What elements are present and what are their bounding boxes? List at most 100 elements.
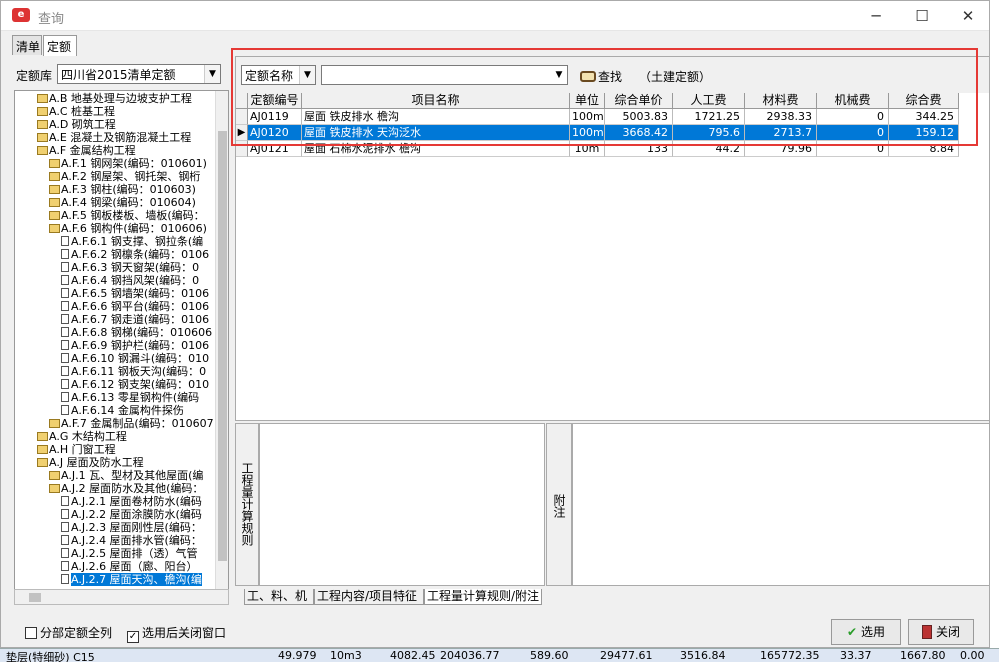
tree-node[interactable]: A.F.6.14 金属构件探伤 bbox=[61, 404, 184, 417]
side-tab-notes[interactable]: 附注 bbox=[546, 423, 572, 586]
tree-vertical-scrollbar[interactable] bbox=[215, 91, 228, 604]
tree-node[interactable]: A.F.6.2 钢檩条(编码：0106 bbox=[61, 248, 209, 261]
table-cell[interactable]: 159.12 bbox=[889, 125, 959, 141]
search-input[interactable]: ▼ bbox=[321, 65, 568, 85]
column-header[interactable]: 机械费 bbox=[817, 93, 889, 109]
select-button[interactable]: ✔ 选用 bbox=[831, 619, 901, 645]
row-indicator[interactable] bbox=[236, 109, 248, 125]
table-cell[interactable]: 屋面 铁皮排水 檐沟 bbox=[302, 109, 570, 125]
tree-node[interactable]: A.F.6.6 钢平台(编码：0106 bbox=[61, 300, 209, 313]
tree-node[interactable]: A.J.2.2 屋面涂膜防水(编码 bbox=[61, 508, 202, 521]
table-cell[interactable]: AJ0121 bbox=[248, 141, 302, 157]
tab-qingdan[interactable]: 清单 bbox=[12, 35, 42, 55]
tree-node[interactable]: A.J.2.3 屋面刚性层(编码： bbox=[61, 521, 202, 534]
tree-node[interactable]: A.C 桩基工程 bbox=[37, 105, 115, 118]
table-cell[interactable]: 79.96 bbox=[745, 141, 817, 157]
column-header[interactable]: 项目名称 bbox=[302, 93, 570, 109]
tab-dinge[interactable]: 定额 bbox=[43, 35, 77, 56]
maximize-button[interactable]: ☐ bbox=[899, 1, 945, 31]
table-cell[interactable]: 100m2 bbox=[570, 109, 605, 125]
tree-node[interactable]: A.G 木结构工程 bbox=[37, 430, 127, 443]
tree-node[interactable]: A.F.6.8 钢梯(编码：010606 bbox=[61, 326, 212, 339]
tree-node[interactable]: A.J.2.5 屋面排（透）气管 bbox=[61, 547, 198, 560]
table-cell[interactable]: 795.6 bbox=[673, 125, 745, 141]
rules-content bbox=[259, 423, 545, 586]
close-after-select-checkbox-box[interactable]: ✓ bbox=[127, 631, 139, 643]
tree-node[interactable]: A.F 金属结构工程 bbox=[37, 144, 136, 157]
table-cell[interactable]: AJ0119 bbox=[248, 109, 302, 125]
tree-node[interactable]: A.E 混凝土及钢筋混凝土工程 bbox=[37, 131, 191, 144]
minimize-button[interactable]: ─ bbox=[853, 1, 899, 31]
tree-node[interactable]: A.J 屋面及防水工程 bbox=[37, 456, 144, 469]
tree-node[interactable]: A.F.6 钢构件(编码：010606) bbox=[49, 222, 207, 235]
show-all-checkbox[interactable]: 分部定额全列 bbox=[25, 624, 112, 641]
table-cell[interactable]: AJ0120 bbox=[248, 125, 302, 141]
library-select[interactable]: 四川省2015清单定额 ▼ bbox=[57, 64, 221, 84]
row-indicator[interactable] bbox=[236, 141, 248, 157]
table-cell[interactable]: 44.2 bbox=[673, 141, 745, 157]
tab-work-content[interactable]: 工程内容/项目特征 bbox=[314, 589, 424, 605]
quota-tree[interactable]: A.B 地基处理与边坡支护工程 A.C 桩基工程 A.D 砌筑工程 A.E 混凝土及钢… bbox=[14, 90, 229, 605]
column-header[interactable]: 综合单价 bbox=[605, 93, 673, 109]
table-cell[interactable]: 344.25 bbox=[889, 109, 959, 125]
tree-node[interactable]: A.F.6.11 钢板天沟(编码：0 bbox=[61, 365, 206, 378]
tree-node[interactable]: A.F.6.12 钢支架(编码：010 bbox=[61, 378, 209, 391]
tree-node[interactable]: A.F.5 钢板楼板、墙板(编码： bbox=[49, 209, 205, 222]
tab-labor-material-machine[interactable]: 工、料、机 bbox=[244, 589, 314, 605]
tree-node[interactable]: A.J.2.6 屋面（廊、阳台） bbox=[61, 560, 198, 573]
table-cell[interactable]: 屋面 石棉水泥排水 檐沟 bbox=[302, 141, 570, 157]
tree-node[interactable]: A.F.6.4 钢挡风架(编码：0 bbox=[61, 274, 199, 287]
table-cell[interactable]: 10m bbox=[570, 141, 605, 157]
tab-rules-notes[interactable]: 工程量计算规则/附注 bbox=[424, 589, 542, 605]
tree-hscroll-thumb[interactable] bbox=[29, 593, 41, 602]
tree-node[interactable]: A.F.6.9 钢护栏(编码：0106 bbox=[61, 339, 209, 352]
tree-node[interactable]: A.F.1 钢网架(编码：010601) bbox=[49, 157, 207, 170]
side-tab-rules[interactable]: 工程量计算规则 bbox=[235, 423, 259, 586]
table-cell[interactable]: 0 bbox=[817, 109, 889, 125]
row-indicator[interactable]: ▶ bbox=[236, 125, 248, 141]
tree-node[interactable]: A.F.4 钢梁(编码：010604) bbox=[49, 196, 196, 209]
tree-horizontal-scrollbar[interactable] bbox=[14, 589, 229, 605]
close-after-select-checkbox[interactable]: ✓ 选用后关闭窗口 bbox=[127, 624, 226, 643]
column-header[interactable]: 综合费 bbox=[889, 93, 959, 109]
tree-node[interactable]: A.F.2 钢屋架、钢托架、钢桁 bbox=[49, 170, 200, 183]
table-cell[interactable]: 5003.83 bbox=[605, 109, 673, 125]
tree-node[interactable]: A.H 门窗工程 bbox=[37, 443, 116, 456]
tree-node[interactable]: A.J.2.7 屋面天沟、檐沟(编 bbox=[61, 573, 202, 586]
table-cell[interactable]: 8.84 bbox=[889, 141, 959, 157]
tree-node[interactable]: A.F.6.7 钢走道(编码：0106 bbox=[61, 313, 209, 326]
column-header[interactable]: 材料费 bbox=[745, 93, 817, 109]
column-header[interactable]: 定额编号 bbox=[248, 93, 302, 109]
tree-node[interactable]: A.J.2.4 屋面排水管(编码： bbox=[61, 534, 202, 547]
column-header[interactable]: 单位 bbox=[570, 93, 605, 109]
tree-node[interactable]: A.F.6.5 钢墙架(编码：0106 bbox=[61, 287, 209, 300]
table-cell[interactable]: 0 bbox=[817, 125, 889, 141]
table-cell[interactable]: 0 bbox=[817, 141, 889, 157]
table-cell[interactable]: 屋面 铁皮排水 天沟泛水 bbox=[302, 125, 570, 141]
table-cell[interactable]: 2713.7 bbox=[745, 125, 817, 141]
tree-node[interactable]: A.F.6.1 钢支撑、钢拉条(编 bbox=[61, 235, 203, 248]
tree-node[interactable]: A.J.2.1 屋面卷材防水(编码 bbox=[61, 495, 202, 508]
close-button[interactable]: 关闭 bbox=[908, 619, 974, 645]
find-button[interactable]: 查找 bbox=[580, 68, 622, 85]
tree-node[interactable]: A.B 地基处理与边坡支护工程 bbox=[37, 92, 192, 105]
tree-node[interactable]: A.F.7 金属制品(编码：010607 bbox=[49, 417, 214, 430]
table-cell[interactable]: 1721.25 bbox=[673, 109, 745, 125]
tree-scroll-thumb[interactable] bbox=[218, 131, 227, 561]
tree-node[interactable]: A.F.3 钢柱(编码：010603) bbox=[49, 183, 196, 196]
table-cell[interactable]: 133 bbox=[605, 141, 673, 157]
tree-node-label: A.F 金属结构工程 bbox=[49, 144, 136, 157]
table-cell[interactable]: 100m2 bbox=[570, 125, 605, 141]
tree-node[interactable]: A.D 砌筑工程 bbox=[37, 118, 116, 131]
column-header[interactable]: 人工费 bbox=[673, 93, 745, 109]
tree-node[interactable]: A.F.6.3 钢天窗架(编码：0 bbox=[61, 261, 199, 274]
table-cell[interactable]: 2938.33 bbox=[745, 109, 817, 125]
table-cell[interactable]: 3668.42 bbox=[605, 125, 673, 141]
show-all-checkbox-box[interactable] bbox=[25, 627, 37, 639]
tree-node[interactable]: A.F.6.13 零星钢构件(编码 bbox=[61, 391, 199, 404]
tree-node[interactable]: A.F.6.10 钢漏斗(编码：010 bbox=[61, 352, 209, 365]
tree-node[interactable]: A.J.1 瓦、型材及其他屋面(编 bbox=[49, 469, 203, 482]
search-field-select[interactable]: 定额名称 ▼ bbox=[241, 65, 316, 85]
close-window-button[interactable]: ✕ bbox=[945, 1, 989, 31]
tree-node[interactable]: A.J.2 屋面防水及其他(编码： bbox=[49, 482, 203, 495]
